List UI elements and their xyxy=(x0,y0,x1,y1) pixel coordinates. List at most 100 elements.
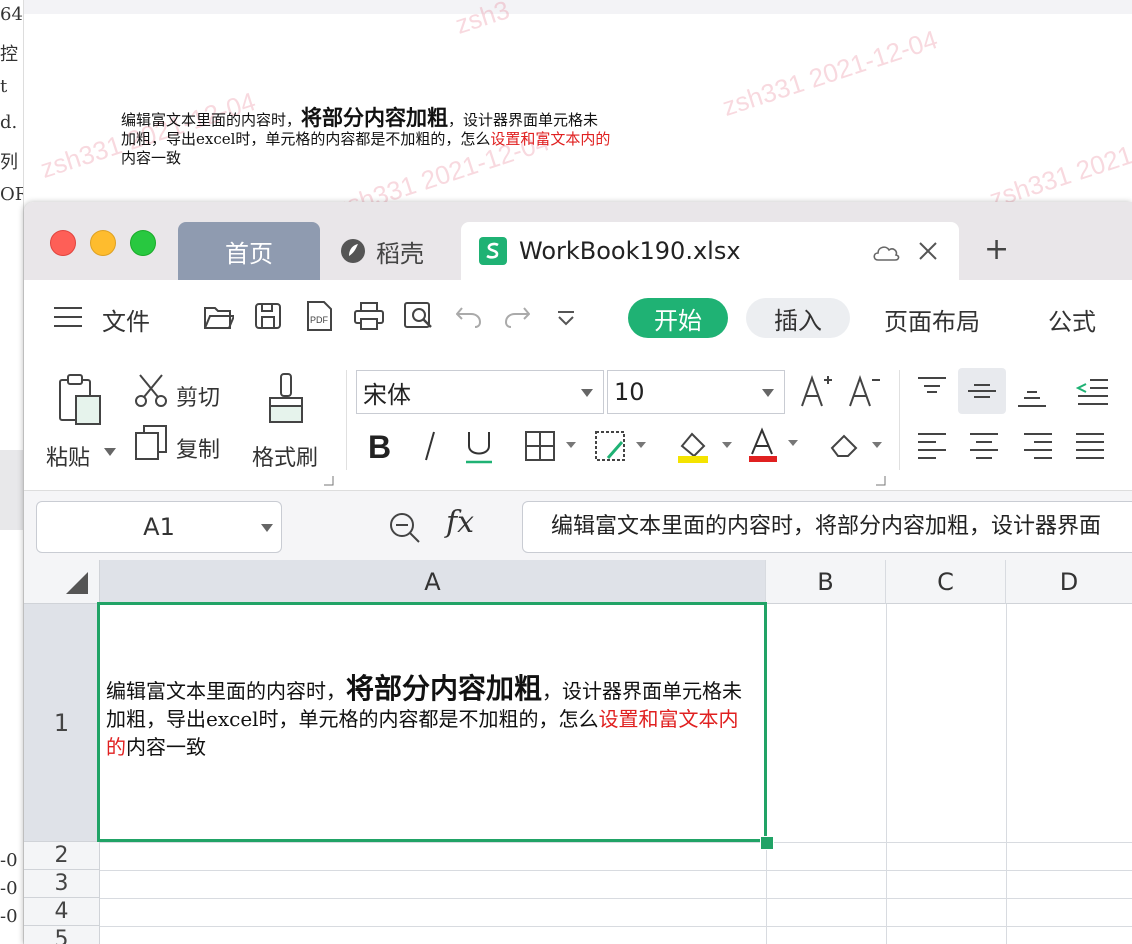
save-icon[interactable] xyxy=(254,302,282,330)
strip-text: -0 xyxy=(0,850,18,871)
spreadsheet-grid: A B C D 1 2 3 4 5 编辑富文本里面的内容时，将部分内容加粗，设计… xyxy=(24,560,1132,944)
fill-color-icon[interactable] xyxy=(676,428,736,464)
close-window-button[interactable] xyxy=(50,230,76,256)
watermark: zsh331 2021-12-04 xyxy=(985,116,1132,214)
align-bottom-icon[interactable] xyxy=(1016,380,1048,408)
cell-text: 编辑富文本里面的内容时， xyxy=(106,679,346,703)
open-folder-icon[interactable] xyxy=(204,304,234,330)
borders-icon[interactable] xyxy=(524,430,580,462)
background-top-bar xyxy=(0,0,1132,14)
align-middle-button[interactable] xyxy=(958,368,1006,414)
row-header-3[interactable]: 3 xyxy=(24,870,100,898)
strip-text: t xyxy=(0,76,8,97)
undo-icon[interactable] xyxy=(456,306,482,328)
paste-label[interactable]: 粘贴 xyxy=(46,440,90,472)
column-header-a[interactable]: A xyxy=(100,560,766,604)
cell-a1-content: 编辑富文本里面的内容时，将部分内容加粗，设计器界面单元格未加粗，导出excel时… xyxy=(106,675,746,761)
copy-icon[interactable] xyxy=(134,424,168,460)
quick-access-dropdown-icon[interactable] xyxy=(556,310,576,326)
chevron-down-icon xyxy=(261,524,273,532)
gridline xyxy=(100,926,1132,927)
export-pdf-icon[interactable]: PDF xyxy=(304,300,334,332)
print-preview-icon[interactable] xyxy=(404,302,434,330)
group-divider xyxy=(346,370,347,470)
note-text: 编辑富文本里面的内容时， xyxy=(121,111,302,129)
decrease-indent-icon[interactable] xyxy=(1076,378,1110,406)
dialog-launcher-icon[interactable] xyxy=(876,476,886,486)
justify-icon[interactable] xyxy=(1074,432,1106,460)
decrease-font-icon[interactable] xyxy=(848,372,882,408)
fill-handle[interactable] xyxy=(760,836,774,850)
tab-home[interactable]: 首页 xyxy=(178,222,320,280)
font-size-value: 10 xyxy=(614,378,645,406)
chevron-down-icon[interactable] xyxy=(104,448,116,456)
tab-daoke-label: 稻壳 xyxy=(376,239,424,268)
cell-style-icon[interactable] xyxy=(594,430,650,462)
wps-window: 首页 稻壳 WorkBook190.xlsx + 文件 PDF 开始 插入 页面… xyxy=(24,202,1132,944)
strip-text: -0 xyxy=(0,906,18,927)
row-header-1[interactable]: 1 xyxy=(24,604,100,842)
tab-workbook[interactable]: WorkBook190.xlsx xyxy=(461,222,959,280)
note-bold-text: 将部分内容加粗 xyxy=(301,105,449,130)
redo-icon[interactable] xyxy=(504,306,530,328)
select-all-icon xyxy=(66,572,88,594)
title-bar: 首页 稻壳 WorkBook190.xlsx + xyxy=(24,202,1132,280)
align-center-icon[interactable] xyxy=(968,432,1000,460)
zoom-window-button[interactable] xyxy=(130,230,156,256)
select-all-corner[interactable] xyxy=(24,560,100,604)
hamburger-menu-icon[interactable] xyxy=(54,306,82,328)
increase-font-icon[interactable] xyxy=(800,372,834,408)
minimize-window-button[interactable] xyxy=(90,230,116,256)
cut-label[interactable]: 剪切 xyxy=(176,380,220,412)
font-name-value: 宋体 xyxy=(363,380,411,409)
paste-icon[interactable] xyxy=(58,374,102,426)
close-tab-icon[interactable] xyxy=(917,240,939,262)
row-header-5[interactable]: 5 xyxy=(24,926,100,944)
tab-home-label: 首页 xyxy=(225,239,273,268)
new-tab-button[interactable]: + xyxy=(984,232,1009,267)
ribbon-tab-formula[interactable]: 公式 xyxy=(1048,302,1096,337)
underline-icon[interactable] xyxy=(464,430,494,464)
ribbon-tab-insert[interactable]: 插入 xyxy=(746,298,850,338)
format-painter-label[interactable]: 格式刷 xyxy=(252,440,318,472)
column-header-c[interactable]: C xyxy=(886,560,1006,604)
ribbon-tab-page-layout[interactable]: 页面布局 xyxy=(884,302,980,337)
gridline xyxy=(100,898,1132,899)
align-right-icon[interactable] xyxy=(1022,432,1054,460)
font-size-select[interactable]: 10 xyxy=(607,370,785,414)
function-icon[interactable]: fx xyxy=(446,505,474,540)
font-name-select[interactable]: 宋体 xyxy=(356,370,604,414)
daoke-logo-icon xyxy=(341,239,365,263)
clear-format-icon[interactable] xyxy=(828,430,888,462)
strip-text: d. xyxy=(0,112,18,133)
row-header-2[interactable]: 2 xyxy=(24,842,100,870)
copy-label[interactable]: 复制 xyxy=(176,432,220,464)
font-color-icon[interactable] xyxy=(748,426,808,464)
strip-text: OR xyxy=(0,184,23,205)
chevron-down-icon xyxy=(762,389,774,397)
cell-a1[interactable]: 编辑富文本里面的内容时，将部分内容加粗，设计器界面单元格未加粗，导出excel时… xyxy=(97,602,767,842)
print-icon[interactable] xyxy=(354,302,384,330)
align-top-icon[interactable] xyxy=(916,376,948,404)
ribbon-tab-start[interactable]: 开始 xyxy=(628,298,728,338)
scissors-icon[interactable] xyxy=(134,374,168,408)
name-box-value: A1 xyxy=(143,513,175,541)
zoom-out-icon[interactable] xyxy=(388,511,422,545)
dialog-launcher-icon[interactable] xyxy=(324,476,334,486)
name-box[interactable]: A1 xyxy=(36,501,282,553)
menu-file[interactable]: 文件 xyxy=(102,302,150,337)
format-painter-icon[interactable] xyxy=(264,372,308,426)
tab-workbook-label: WorkBook190.xlsx xyxy=(519,237,741,265)
tab-daoke[interactable]: 稻壳 xyxy=(324,222,474,280)
note-text: 内容一致 xyxy=(121,149,182,167)
italic-icon[interactable] xyxy=(420,430,440,462)
column-header-b[interactable]: B xyxy=(766,560,886,604)
cloud-icon[interactable] xyxy=(871,242,901,262)
bold-icon[interactable]: B xyxy=(368,430,394,462)
column-header-d[interactable]: D xyxy=(1006,560,1132,604)
formula-input[interactable]: 编辑富文本里面的内容时，将部分内容加粗，设计器界面 xyxy=(522,501,1132,553)
align-left-icon[interactable] xyxy=(916,432,948,460)
row-header-4[interactable]: 4 xyxy=(24,898,100,926)
svg-text:B: B xyxy=(368,430,391,462)
gridline xyxy=(100,870,1132,871)
